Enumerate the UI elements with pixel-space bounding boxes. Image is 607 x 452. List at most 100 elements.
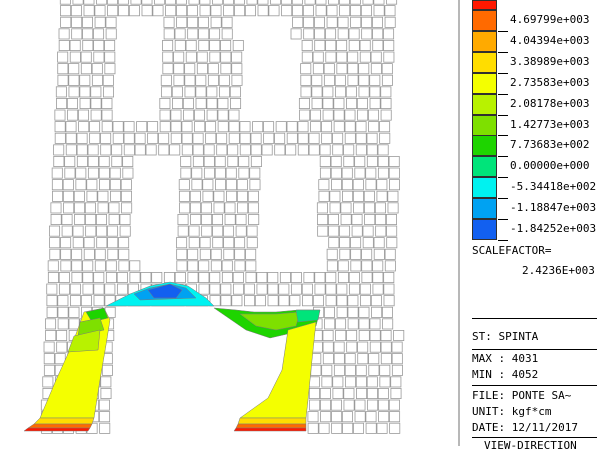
mesh-element xyxy=(371,306,383,318)
mesh-element xyxy=(301,283,313,295)
mesh-element xyxy=(323,63,335,75)
mesh-element xyxy=(355,121,367,133)
mesh-element xyxy=(369,341,381,353)
mesh-element xyxy=(347,318,359,330)
mesh-element xyxy=(191,167,203,179)
mesh-element xyxy=(372,271,384,283)
mesh-element xyxy=(335,329,347,341)
mesh-element xyxy=(197,16,209,28)
mesh-element xyxy=(235,213,247,225)
mesh-element xyxy=(375,213,387,225)
mesh-element xyxy=(286,132,298,144)
mesh-element xyxy=(183,109,195,121)
mesh-element xyxy=(355,144,367,156)
mesh-element xyxy=(247,190,259,202)
mesh-element xyxy=(60,16,72,28)
mesh-element xyxy=(54,132,66,144)
mesh-element xyxy=(322,329,334,341)
mesh-element xyxy=(380,329,392,341)
mesh-svg xyxy=(23,0,405,434)
mesh-element xyxy=(177,225,189,237)
mesh-element xyxy=(196,51,208,63)
contour-band xyxy=(237,417,307,425)
mesh-element xyxy=(220,295,232,307)
mesh-element xyxy=(54,109,66,121)
mesh-element xyxy=(308,144,320,156)
mesh-element xyxy=(69,40,81,52)
mesh-element xyxy=(329,202,341,214)
mesh-element xyxy=(123,132,135,144)
mesh-element xyxy=(347,74,359,86)
mesh-element xyxy=(159,121,171,133)
mesh-element xyxy=(361,248,373,260)
mesh-element xyxy=(83,237,95,249)
mesh-element xyxy=(311,98,323,110)
mesh-element xyxy=(176,5,188,17)
mesh-element xyxy=(343,155,355,167)
mesh-element xyxy=(311,74,323,86)
legend-value: 2.08178e+003 xyxy=(510,96,590,110)
mesh-element xyxy=(56,329,68,341)
legend-tick xyxy=(498,239,508,241)
mesh-element xyxy=(178,179,190,191)
mesh-element xyxy=(233,0,245,5)
mesh-element xyxy=(230,98,242,110)
mesh-element xyxy=(65,132,77,144)
mesh-element xyxy=(316,202,328,214)
mesh-element xyxy=(107,237,119,249)
mesh-element xyxy=(232,40,244,52)
mesh-element xyxy=(376,190,388,202)
mesh-element xyxy=(93,283,105,295)
mesh-element xyxy=(372,28,384,40)
mesh-element xyxy=(275,121,287,133)
mesh-element xyxy=(372,40,384,52)
mesh-element xyxy=(375,225,387,237)
mesh-element xyxy=(378,411,390,423)
mesh-element xyxy=(280,0,292,5)
mesh-element xyxy=(158,132,170,144)
mesh-element xyxy=(171,86,183,98)
mesh-element xyxy=(372,260,384,272)
model-viewport[interactable] xyxy=(0,0,458,446)
mesh-element xyxy=(325,51,337,63)
mesh-element xyxy=(318,422,330,434)
mesh-element xyxy=(165,5,177,17)
mesh-element xyxy=(67,109,79,121)
mesh-element xyxy=(300,63,312,75)
mesh-element xyxy=(179,202,191,214)
mesh-element xyxy=(227,155,239,167)
mesh-element xyxy=(297,121,309,133)
mesh-element xyxy=(52,190,64,202)
mesh-element xyxy=(232,283,244,295)
mesh-element xyxy=(58,40,70,52)
mesh-element xyxy=(384,260,396,272)
mesh-element xyxy=(195,98,207,110)
mesh-element xyxy=(361,28,373,40)
mesh-element xyxy=(347,63,359,75)
mesh-element xyxy=(319,399,331,411)
mesh-element xyxy=(330,399,342,411)
mesh-element xyxy=(98,167,110,179)
mesh-element xyxy=(328,225,340,237)
mesh-element xyxy=(223,248,235,260)
mesh-element xyxy=(100,376,112,388)
mesh-element xyxy=(91,63,103,75)
mesh-element xyxy=(56,98,68,110)
mesh-element xyxy=(199,237,211,249)
mesh-element xyxy=(390,376,402,388)
mesh-element xyxy=(90,98,102,110)
mesh-element xyxy=(95,213,107,225)
mesh-element xyxy=(389,422,401,434)
mesh-element xyxy=(325,295,337,307)
mesh-element xyxy=(389,179,401,191)
legend-tick xyxy=(498,135,508,137)
mesh-element xyxy=(314,40,326,52)
mesh-element xyxy=(263,121,275,133)
mesh-element xyxy=(333,109,345,121)
contour-band xyxy=(23,427,91,432)
mesh-element xyxy=(68,318,80,330)
mesh-element xyxy=(328,237,340,249)
contour-band xyxy=(233,427,307,432)
mesh-element xyxy=(70,295,82,307)
mesh-element xyxy=(57,74,69,86)
